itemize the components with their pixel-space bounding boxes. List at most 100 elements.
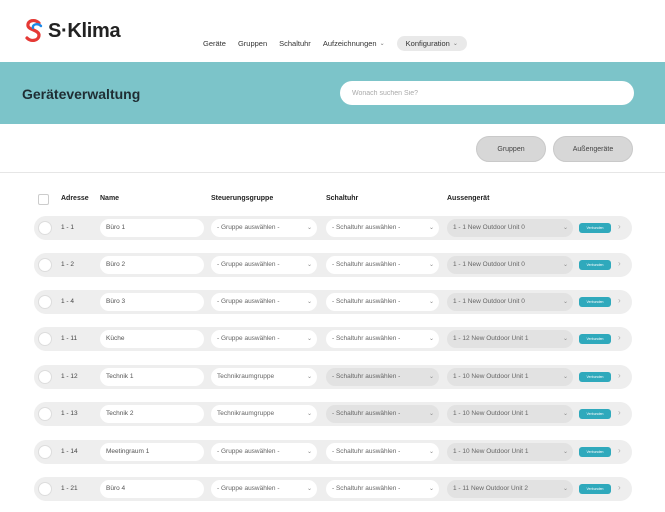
row-checkbox[interactable]	[38, 370, 52, 384]
row-name-field[interactable]: Meetingraum 1	[100, 443, 204, 461]
nav-item-label: Konfiguration	[405, 39, 450, 48]
aussengeraet-select[interactable]: 1 - 1 New Outdoor Unit 0 ⌄	[447, 256, 573, 274]
page-title: Geräteverwaltung	[22, 86, 141, 102]
column-header-schaltuhr: Schaltuhr	[326, 195, 359, 202]
divider	[0, 172, 665, 173]
status-badge: Verbunden	[579, 409, 611, 419]
gruppe-select-value: - Gruppe auswählen -	[217, 224, 280, 231]
row-address: 1 - 11	[61, 335, 78, 342]
aussengeraet-select[interactable]: 1 - 12 New Outdoor Unit 1 ⌄	[447, 330, 573, 348]
row-address: 1 - 1	[61, 224, 75, 231]
aussengeraete-button[interactable]: Außengeräte	[553, 136, 633, 162]
row-checkbox[interactable]	[38, 482, 52, 496]
aussengeraet-select[interactable]: 1 - 11 New Outdoor Unit 2 ⌄	[447, 480, 573, 498]
chevron-down-icon: ⌄	[428, 374, 434, 380]
gruppe-select[interactable]: Technikraumgruppe ⌄	[211, 368, 317, 386]
row-checkbox[interactable]	[38, 295, 52, 309]
gruppe-select[interactable]: - Gruppe auswählen - ⌄	[211, 480, 317, 498]
schaltuhr-select-value: - Schaltuhr auswählen -	[332, 261, 401, 268]
nav-item-geraete[interactable]: Geräte	[203, 39, 226, 48]
gruppe-select-value: - Gruppe auswählen -	[217, 298, 280, 305]
gruppe-select[interactable]: Technikraumgruppe ⌄	[211, 405, 317, 423]
row-address: 1 - 2	[61, 261, 75, 268]
gruppe-select[interactable]: - Gruppe auswählen - ⌄	[211, 443, 317, 461]
gruppe-select[interactable]: - Gruppe auswählen - ⌄	[211, 330, 317, 348]
chevron-down-icon: ⌄	[306, 374, 312, 380]
aussengeraet-select-value: 1 - 1 New Outdoor Unit 0	[453, 298, 525, 305]
gruppen-button[interactable]: Gruppen	[476, 136, 546, 162]
column-header-gruppe: Steuerungsgruppe	[211, 195, 274, 202]
row-checkbox[interactable]	[38, 407, 52, 421]
row-checkbox[interactable]	[38, 445, 52, 459]
row-name-field[interactable]: Büro 3	[100, 293, 204, 311]
chevron-right-icon[interactable]: ›	[618, 446, 621, 455]
schaltuhr-select[interactable]: - Schaltuhr auswählen - ⌄	[326, 219, 439, 237]
chevron-right-icon[interactable]: ›	[618, 408, 621, 417]
chevron-right-icon[interactable]: ›	[618, 371, 621, 380]
aussengeraet-select-value: 1 - 12 New Outdoor Unit 1	[453, 335, 529, 342]
schaltuhr-select-value: - Schaltuhr auswählen -	[332, 298, 401, 305]
aussengeraet-select[interactable]: 1 - 10 New Outdoor Unit 1 ⌄	[447, 368, 573, 386]
schaltuhr-select[interactable]: - Schaltuhr auswählen - ⌄	[326, 480, 439, 498]
schaltuhr-select[interactable]: - Schaltuhr auswählen - ⌄	[326, 256, 439, 274]
nav-item-schaltuhr[interactable]: Schaltuhr	[279, 39, 311, 48]
aussengeraet-select-value: 1 - 1 New Outdoor Unit 0	[453, 224, 525, 231]
chevron-right-icon[interactable]: ›	[618, 222, 621, 231]
row-checkbox[interactable]	[38, 332, 52, 346]
schaltuhr-select[interactable]: - Schaltuhr auswählen - ⌄	[326, 330, 439, 348]
aussengeraet-select[interactable]: 1 - 10 New Outdoor Unit 1 ⌄	[447, 443, 573, 461]
row-address: 1 - 12	[61, 373, 78, 380]
aussengeraet-select-value: 1 - 10 New Outdoor Unit 1	[453, 373, 529, 380]
gruppe-select[interactable]: - Gruppe auswählen - ⌄	[211, 219, 317, 237]
chevron-down-icon: ⌄	[428, 336, 434, 342]
chevron-down-icon: ⌄	[562, 411, 568, 417]
gruppe-select-value: - Gruppe auswählen -	[217, 261, 280, 268]
gruppe-select-value: Technikraumgruppe	[217, 410, 275, 417]
chevron-down-icon: ⌄	[428, 299, 434, 305]
row-name-field[interactable]: Büro 4	[100, 480, 204, 498]
gruppe-select[interactable]: - Gruppe auswählen - ⌄	[211, 256, 317, 274]
row-checkbox[interactable]	[38, 258, 52, 272]
table-row: 1 - 14 Meetingraum 1 - Gruppe auswählen …	[34, 440, 632, 464]
nav-item-konfiguration[interactable]: Konfiguration ⌄	[396, 36, 467, 51]
nav-item-aufzeichnungen[interactable]: Aufzeichnungen ⌄	[323, 39, 385, 48]
schaltuhr-select-value: - Schaltuhr auswählen -	[332, 410, 401, 417]
row-name-field[interactable]: Büro 1	[100, 219, 204, 237]
aussengeraet-select-value: 1 - 10 New Outdoor Unit 1	[453, 448, 529, 455]
chevron-down-icon: ⌄	[562, 225, 568, 231]
nav-item-label: Geräte	[203, 39, 226, 48]
status-badge: Verbunden	[579, 484, 611, 494]
page-header-band: Geräteverwaltung	[0, 62, 665, 124]
schaltuhr-select-value: - Schaltuhr auswählen -	[332, 485, 401, 492]
aussengeraet-select[interactable]: 1 - 10 New Outdoor Unit 1 ⌄	[447, 405, 573, 423]
search-input[interactable]	[340, 81, 634, 105]
aussengeraet-select[interactable]: 1 - 1 New Outdoor Unit 0 ⌄	[447, 219, 573, 237]
gruppe-select-value: Technikraumgruppe	[217, 373, 275, 380]
gruppe-select-value: - Gruppe auswählen -	[217, 335, 280, 342]
status-badge: Verbunden	[579, 447, 611, 457]
main-nav: Geräte Gruppen Schaltuhr Aufzeichnungen ⌄…	[203, 36, 467, 51]
row-checkbox[interactable]	[38, 221, 52, 235]
schaltuhr-select[interactable]: - Schaltuhr auswählen - ⌄	[326, 405, 439, 423]
chevron-right-icon[interactable]: ›	[618, 296, 621, 305]
status-badge: Verbunden	[579, 223, 611, 233]
chevron-right-icon[interactable]: ›	[618, 483, 621, 492]
logo[interactable]: S·Klima	[24, 18, 121, 44]
row-name-field[interactable]: Technik 1	[100, 368, 204, 386]
chevron-down-icon: ⌄	[428, 486, 434, 492]
schaltuhr-select[interactable]: - Schaltuhr auswählen - ⌄	[326, 368, 439, 386]
aussengeraet-select[interactable]: 1 - 1 New Outdoor Unit 0 ⌄	[447, 293, 573, 311]
column-header-aussengeraet: Aussengerät	[447, 195, 490, 202]
chevron-right-icon[interactable]: ›	[618, 259, 621, 268]
nav-item-gruppen[interactable]: Gruppen	[238, 39, 267, 48]
gruppe-select-value: - Gruppe auswählen -	[217, 448, 280, 455]
chevron-right-icon[interactable]: ›	[618, 333, 621, 342]
row-name-field[interactable]: Küche	[100, 330, 204, 348]
schaltuhr-select[interactable]: - Schaltuhr auswählen - ⌄	[326, 443, 439, 461]
select-all-checkbox[interactable]	[38, 194, 49, 205]
row-name-field[interactable]: Büro 2	[100, 256, 204, 274]
nav-item-label: Schaltuhr	[279, 39, 311, 48]
schaltuhr-select[interactable]: - Schaltuhr auswählen - ⌄	[326, 293, 439, 311]
row-name-field[interactable]: Technik 2	[100, 405, 204, 423]
gruppe-select[interactable]: - Gruppe auswählen - ⌄	[211, 293, 317, 311]
